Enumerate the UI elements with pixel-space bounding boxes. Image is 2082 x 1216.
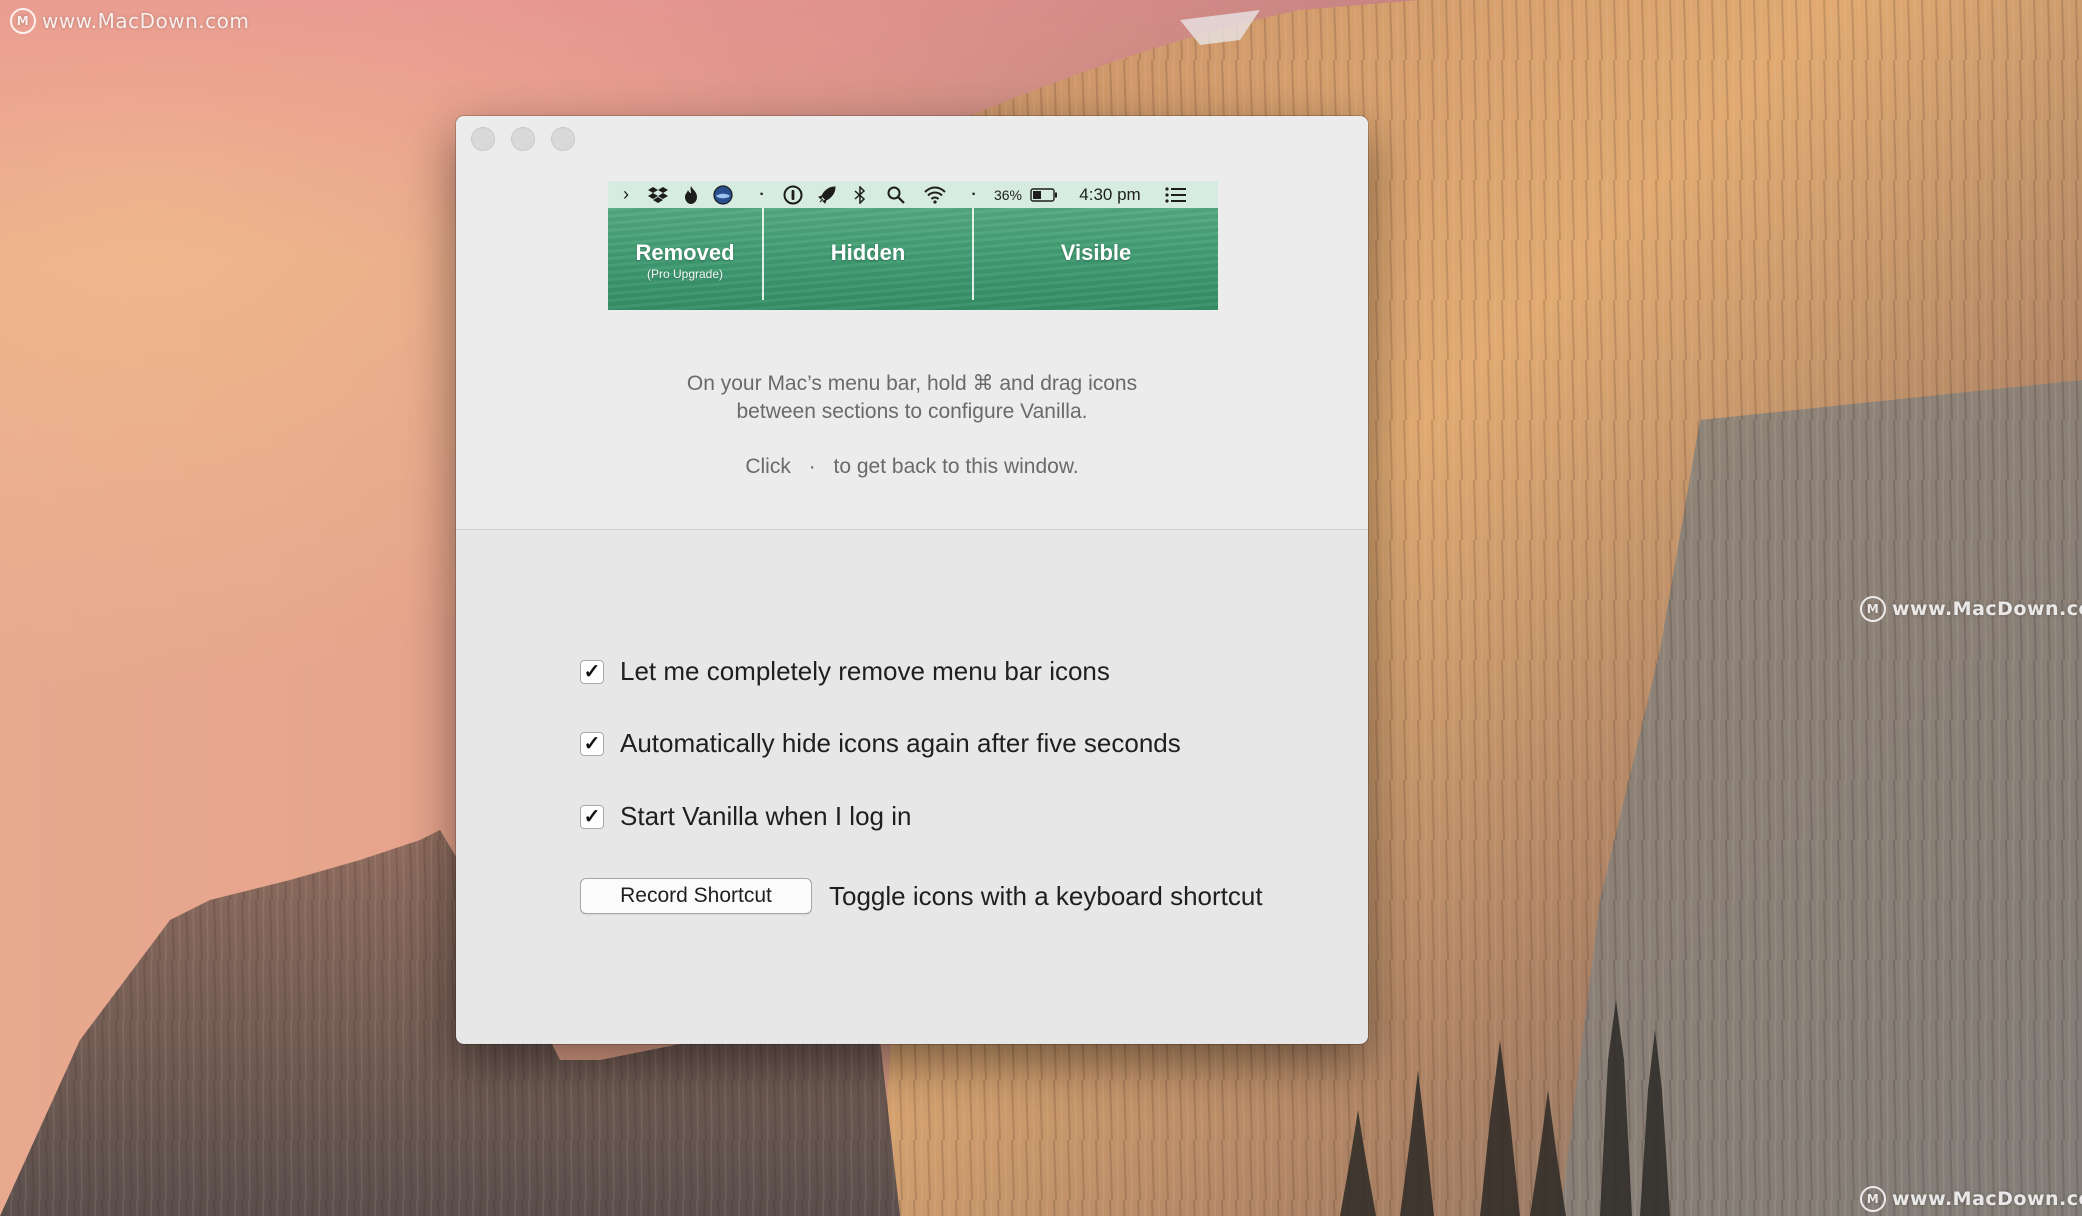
option-auto-hide[interactable]: ✓ Automatically hide icons again after f…: [580, 728, 1181, 759]
remove-icons-checkbox[interactable]: ✓: [580, 659, 604, 684]
section-hidden-title: Hidden: [830, 240, 906, 265]
spotlight-icon: [886, 181, 906, 208]
dot-separator-icon: ·: [971, 185, 977, 203]
section-removed-subtitle: (Pro Upgrade): [646, 267, 724, 281]
instructions-line-1: On your Mac’s menu bar, hold ⌘ and drag …: [686, 372, 1138, 395]
section-removed-title: Removed: [635, 240, 735, 265]
instructions-text: On your Mac’s menu bar, hold ⌘ and drag …: [456, 370, 1368, 426]
record-shortcut-button[interactable]: Record Shortcut: [580, 878, 812, 914]
globe-icon: [712, 181, 734, 208]
click-hint-prefix: Click: [745, 455, 791, 478]
watermark-bottom: M www.MacDown.com: [1860, 1186, 2082, 1212]
clock-time: 4:30 pm: [1079, 184, 1141, 204]
zoom-window-button[interactable]: [551, 127, 575, 151]
instructions-line-2: between sections to configure Vanilla.: [736, 400, 1088, 423]
rocket-icon: [816, 181, 838, 208]
intro-pane: › · · 36% 4:30 pm Removed (Pro Upgrade) …: [456, 116, 1368, 530]
menubar-sections: Removed (Pro Upgrade) Hidden Visible: [608, 208, 1218, 310]
macdown-logo-icon: M: [1860, 1186, 1886, 1212]
battery-percentage: 36%: [993, 186, 1023, 203]
click-hint-suffix: to get back to this window.: [833, 455, 1079, 478]
chevron-icon: ›: [623, 184, 629, 204]
onepassword-icon: [782, 181, 804, 208]
start-at-login-label[interactable]: Start Vanilla when I log in: [620, 801, 911, 832]
bluetooth-icon: [852, 181, 868, 208]
flame-icon: [682, 181, 700, 208]
notification-list-icon: [1164, 181, 1188, 208]
watermark-top: M www.MacDown.com: [10, 8, 249, 34]
auto-hide-checkbox[interactable]: ✓: [580, 731, 604, 756]
section-visible-title: Visible: [1060, 240, 1132, 265]
macdown-logo-icon: M: [10, 8, 36, 34]
section-hidden: Hidden: [764, 208, 972, 310]
click-hint: Click · to get back to this window.: [456, 455, 1368, 479]
minimize-window-button[interactable]: [511, 127, 535, 151]
watermark-text: www.MacDown.com: [1892, 1188, 2082, 1210]
shortcut-row: Record Shortcut Toggle icons with a keyb…: [580, 878, 1263, 914]
wifi-icon: [922, 181, 948, 208]
option-start-at-login[interactable]: ✓ Start Vanilla when I log in: [580, 801, 911, 832]
battery-icon: [1030, 181, 1058, 208]
option-remove-icons[interactable]: ✓ Let me completely remove menu bar icon…: [580, 656, 1110, 687]
dropbox-icon: [646, 181, 670, 208]
vanilla-dot-icon: ·: [808, 455, 816, 478]
close-window-button[interactable]: [471, 127, 495, 151]
auto-hide-label[interactable]: Automatically hide icons again after fiv…: [620, 728, 1181, 759]
vanilla-preferences-window: › · · 36% 4:30 pm Removed (Pro Upgrade) …: [456, 116, 1368, 1044]
watermark-text: www.MacDown.com: [1892, 598, 2082, 620]
macdown-logo-icon: M: [1860, 596, 1886, 622]
dot-separator-icon: ·: [759, 185, 765, 203]
watermark-text: www.MacDown.com: [42, 9, 250, 33]
section-visible: Visible: [974, 208, 1218, 310]
menubar-preview: › · · 36% 4:30 pm Removed (Pro Upgrade) …: [608, 181, 1218, 310]
start-at-login-checkbox[interactable]: ✓: [580, 804, 604, 829]
menubar-preview-bar: › · · 36% 4:30 pm: [608, 181, 1218, 208]
shortcut-description: Toggle icons with a keyboard shortcut: [829, 880, 1263, 911]
section-removed: Removed (Pro Upgrade): [608, 208, 762, 310]
remove-icons-label[interactable]: Let me completely remove menu bar icons: [620, 656, 1110, 687]
watermark-middle: M www.MacDown.com: [1860, 596, 2082, 622]
